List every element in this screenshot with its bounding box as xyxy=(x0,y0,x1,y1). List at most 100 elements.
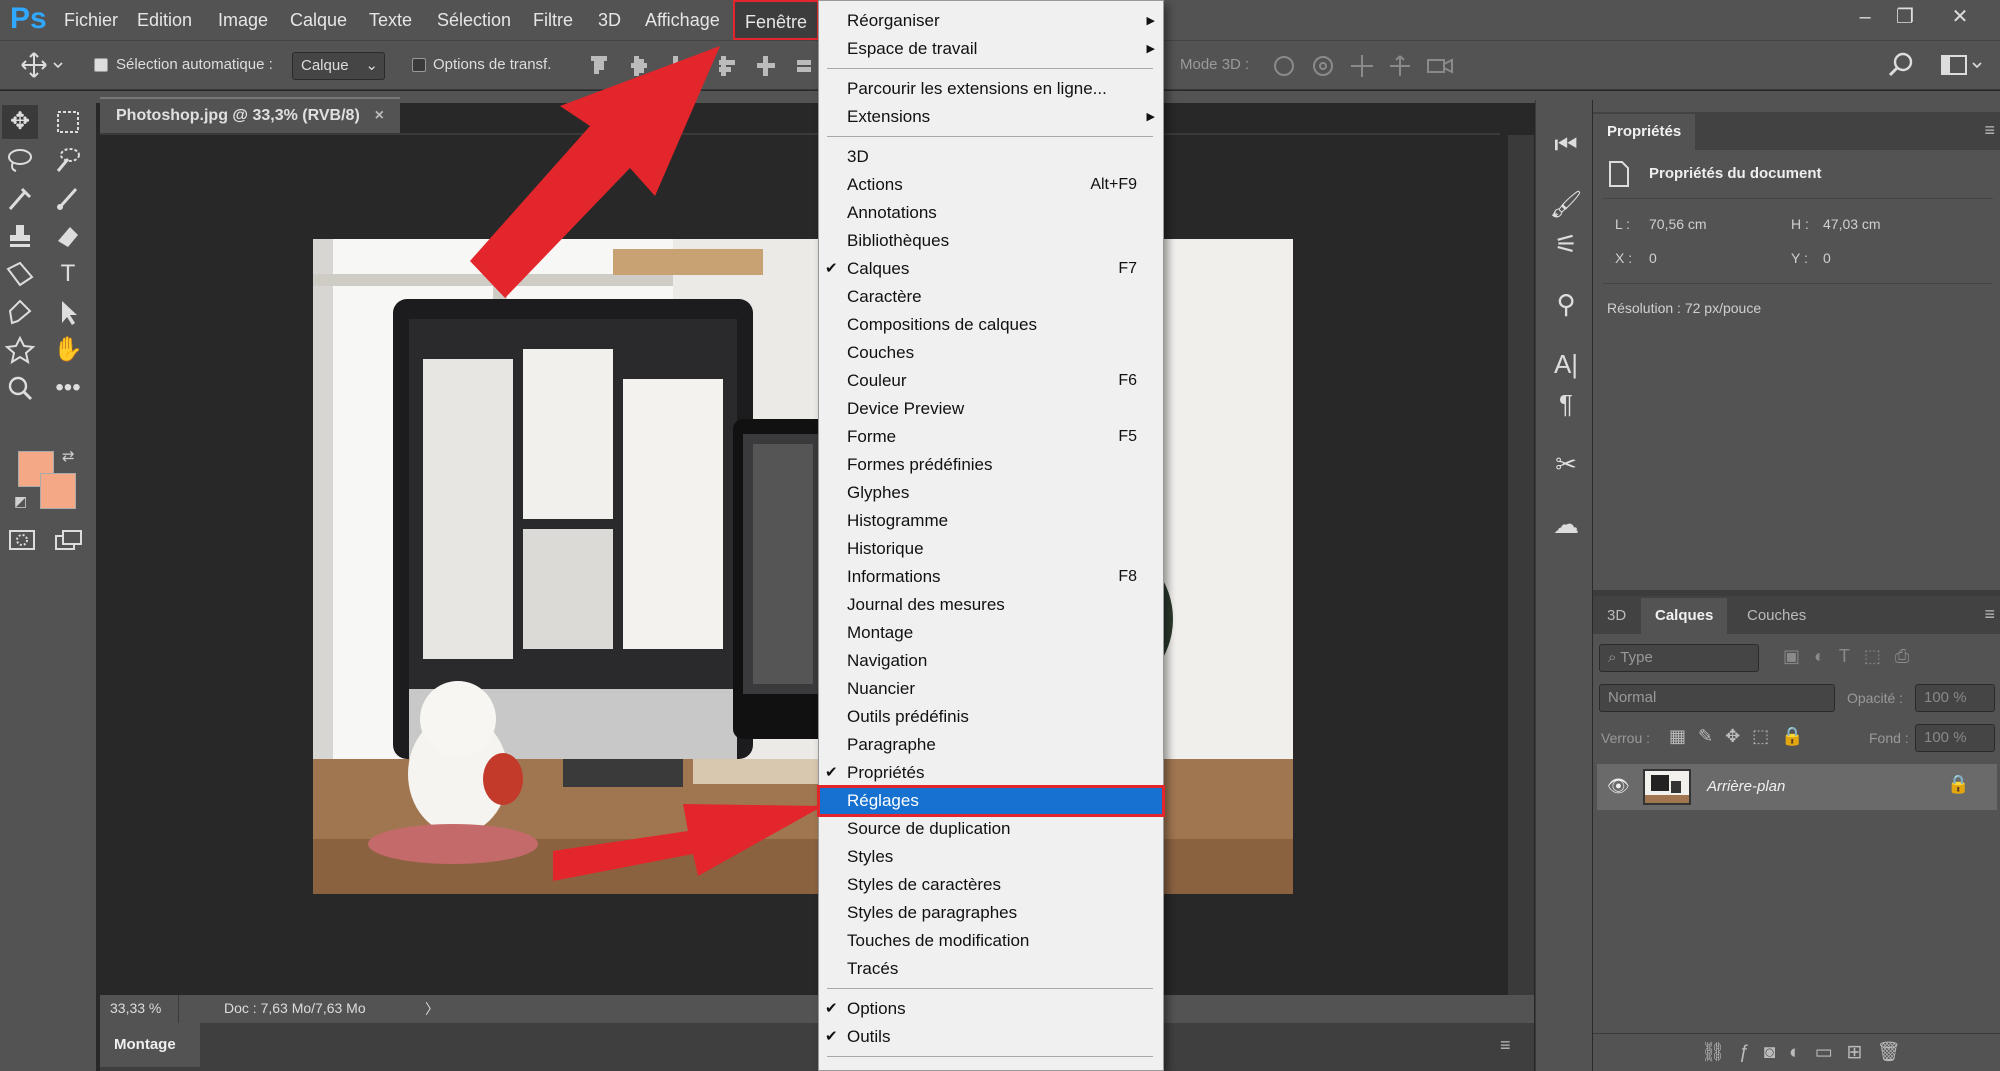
zoom-tool-icon[interactable] xyxy=(2,371,38,405)
swap-colors-icon[interactable]: ⇄ xyxy=(62,447,75,465)
tab-couches[interactable]: Couches xyxy=(1733,598,1820,634)
auto-select-target-dropdown[interactable]: Calque ⌄ xyxy=(292,52,385,80)
menu-item-compositions-de-calques[interactable]: Compositions de calques xyxy=(819,311,1163,339)
menu-item-réglages[interactable]: Réglages xyxy=(817,785,1165,817)
menu-image[interactable]: Image xyxy=(212,0,274,40)
height-value[interactable]: 47,03 cm xyxy=(1823,216,1881,232)
layer-filter-icons[interactable]: ▣◐T⬚⎙ xyxy=(1783,646,1923,667)
menu-item-montage[interactable]: Montage xyxy=(819,619,1163,647)
menu-item-styles[interactable]: Styles xyxy=(819,843,1163,871)
tab-calques[interactable]: Calques xyxy=(1641,598,1728,634)
width-value[interactable]: 70,56 cm xyxy=(1649,216,1707,232)
menu-item-couches[interactable]: Couches xyxy=(819,339,1163,367)
menu-item-réorganiser[interactable]: Réorganiser ▶ xyxy=(819,7,1163,35)
menu-item-device-preview[interactable]: Device Preview xyxy=(819,395,1163,423)
menu-texte[interactable]: Texte xyxy=(363,0,418,40)
menu-item-options[interactable]: Options ✔ xyxy=(819,995,1163,1023)
menu-item-outils-prédéfinis[interactable]: Outils prédéfinis xyxy=(819,703,1163,731)
close-tab-icon[interactable]: × xyxy=(375,99,384,133)
menu-item-glyphes[interactable]: Glyphes xyxy=(819,479,1163,507)
timeline-panel-menu-icon[interactable]: ≡ xyxy=(1500,1035,1511,1056)
vertical-scrollbar[interactable] xyxy=(1508,135,1534,995)
layers-panel-menu-icon[interactable]: ≡ xyxy=(1984,604,1995,625)
menu-item-historique[interactable]: Historique xyxy=(819,535,1163,563)
brush-settings-icon[interactable]: 🖌 xyxy=(1536,184,1596,224)
pen-tool-icon[interactable] xyxy=(2,295,38,329)
menu-item-histogramme[interactable]: Histogramme xyxy=(819,507,1163,535)
x-value[interactable]: 0 xyxy=(1649,250,1657,266)
menu-selection[interactable]: Sélection xyxy=(431,0,517,40)
tool-presets-icon[interactable]: ✂ xyxy=(1536,444,1596,484)
menu-filtre[interactable]: Filtre xyxy=(527,0,579,40)
character-panel-icon[interactable]: A| xyxy=(1536,344,1596,384)
menu-item-paragraphe[interactable]: Paragraphe xyxy=(819,731,1163,759)
tab-3d[interactable]: 3D xyxy=(1593,598,1640,634)
status-menu-arrow-icon[interactable]: 〉 xyxy=(425,999,439,1019)
menu-item-formes-prédéfinies[interactable]: Formes prédéfinies xyxy=(819,451,1163,479)
more-tools-icon[interactable]: ••• xyxy=(50,371,86,405)
menu-edition[interactable]: Edition xyxy=(131,0,198,40)
menu-item-parcourir-les-extensions-en-ligne[interactable]: Parcourir les extensions en ligne... xyxy=(819,75,1163,103)
eraser-tool-icon[interactable] xyxy=(50,219,86,253)
transform-options-checkbox[interactable] xyxy=(412,58,426,72)
fill-input[interactable]: 100 % xyxy=(1915,724,1995,752)
menu-item-navigation[interactable]: Navigation xyxy=(819,647,1163,675)
timeline-tab[interactable]: Montage xyxy=(100,1023,200,1067)
quick-mask-icon[interactable] xyxy=(8,528,36,552)
menu-item-tracés[interactable]: Tracés xyxy=(819,955,1163,983)
minimize-button[interactable]: – xyxy=(1845,2,1885,32)
document-tab[interactable]: Photoshop.jpg @ 33,3% (RVB/8) × xyxy=(100,97,400,133)
move-tool-icon[interactable]: ✥ xyxy=(2,105,38,139)
blend-mode-dropdown[interactable]: Normal xyxy=(1599,684,1835,712)
menu-item-calques[interactable]: Calques ✔ F7 xyxy=(819,255,1163,283)
menu-item-outils[interactable]: Outils ✔ xyxy=(819,1023,1163,1051)
lock-icons[interactable]: ▦✎✥⬚🔒 xyxy=(1669,726,1816,747)
menu-item-source-de-duplication[interactable]: Source de duplication xyxy=(819,815,1163,843)
layer-row[interactable]: 👁 Arrière-plan 🔒 xyxy=(1597,764,1997,810)
menu-item-informations[interactable]: Informations F8 xyxy=(819,563,1163,591)
clone-stamp-tool-icon[interactable] xyxy=(2,219,38,253)
workspace-switcher-icon[interactable] xyxy=(1940,53,1984,79)
layer-action-icons[interactable]: ⛓ƒ◙◐▭⊞🗑 xyxy=(1701,1040,1915,1064)
gradient-tool-icon[interactable] xyxy=(2,257,38,291)
menu-fichier[interactable]: Fichier xyxy=(58,0,124,40)
path-selection-tool-icon[interactable] xyxy=(50,295,86,329)
3d-mode-icons[interactable] xyxy=(1270,51,1460,81)
auto-select-checkbox[interactable] xyxy=(94,58,108,72)
clone-source-icon[interactable]: ⚲ xyxy=(1536,284,1596,324)
type-tool-icon[interactable]: T xyxy=(50,257,86,291)
search-icon[interactable] xyxy=(1887,51,1915,79)
zoom-level[interactable]: 33,33 % xyxy=(110,1000,161,1016)
menu-calque[interactable]: Calque xyxy=(284,0,353,40)
screen-mode-icon[interactable] xyxy=(54,528,84,552)
menu-affichage[interactable]: Affichage xyxy=(639,0,726,40)
opacity-input[interactable]: 100 % xyxy=(1915,684,1995,712)
background-color-swatch[interactable] xyxy=(40,473,76,509)
history-panel-icon[interactable]: ⏮ xyxy=(1536,124,1596,164)
layer-filter-dropdown[interactable]: ⌕ Type xyxy=(1599,644,1759,672)
y-value[interactable]: 0 xyxy=(1823,250,1831,266)
properties-panel-menu-icon[interactable]: ≡ xyxy=(1984,120,1995,141)
default-colors-icon[interactable]: ◩ xyxy=(14,493,27,510)
layer-name[interactable]: Arrière-plan xyxy=(1707,778,1785,795)
hand-tool-icon[interactable]: ✋ xyxy=(50,333,86,367)
menu-3d[interactable]: 3D xyxy=(592,0,627,40)
menu-item-annotations[interactable]: Annotations xyxy=(819,199,1163,227)
libraries-panel-icon[interactable]: ☁ xyxy=(1536,504,1596,544)
menu-item-bibliothèques[interactable]: Bibliothèques xyxy=(819,227,1163,255)
move-tool-preset-icon[interactable] xyxy=(20,51,66,79)
paragraph-panel-icon[interactable]: ¶ xyxy=(1536,384,1596,424)
marquee-tool-icon[interactable] xyxy=(50,105,86,139)
custom-shape-tool-icon[interactable] xyxy=(2,333,38,367)
close-button[interactable]: ✕ xyxy=(1940,2,1980,32)
lasso-tool-icon[interactable] xyxy=(2,143,38,177)
menu-item-couleur[interactable]: Couleur F6 xyxy=(819,367,1163,395)
quick-selection-tool-icon[interactable] xyxy=(50,143,86,177)
brush-tool-icon[interactable] xyxy=(50,181,86,215)
menu-item-touches-de-modification[interactable]: Touches de modification xyxy=(819,927,1163,955)
eye-visibility-icon[interactable]: 👁 xyxy=(1607,776,1630,797)
menu-item-actions[interactable]: Actions Alt+F9 xyxy=(819,171,1163,199)
menu-item-propriétés[interactable]: Propriétés ✔ xyxy=(819,759,1163,787)
menu-item-nuancier[interactable]: Nuancier xyxy=(819,675,1163,703)
menu-item-3d[interactable]: 3D xyxy=(819,143,1163,171)
